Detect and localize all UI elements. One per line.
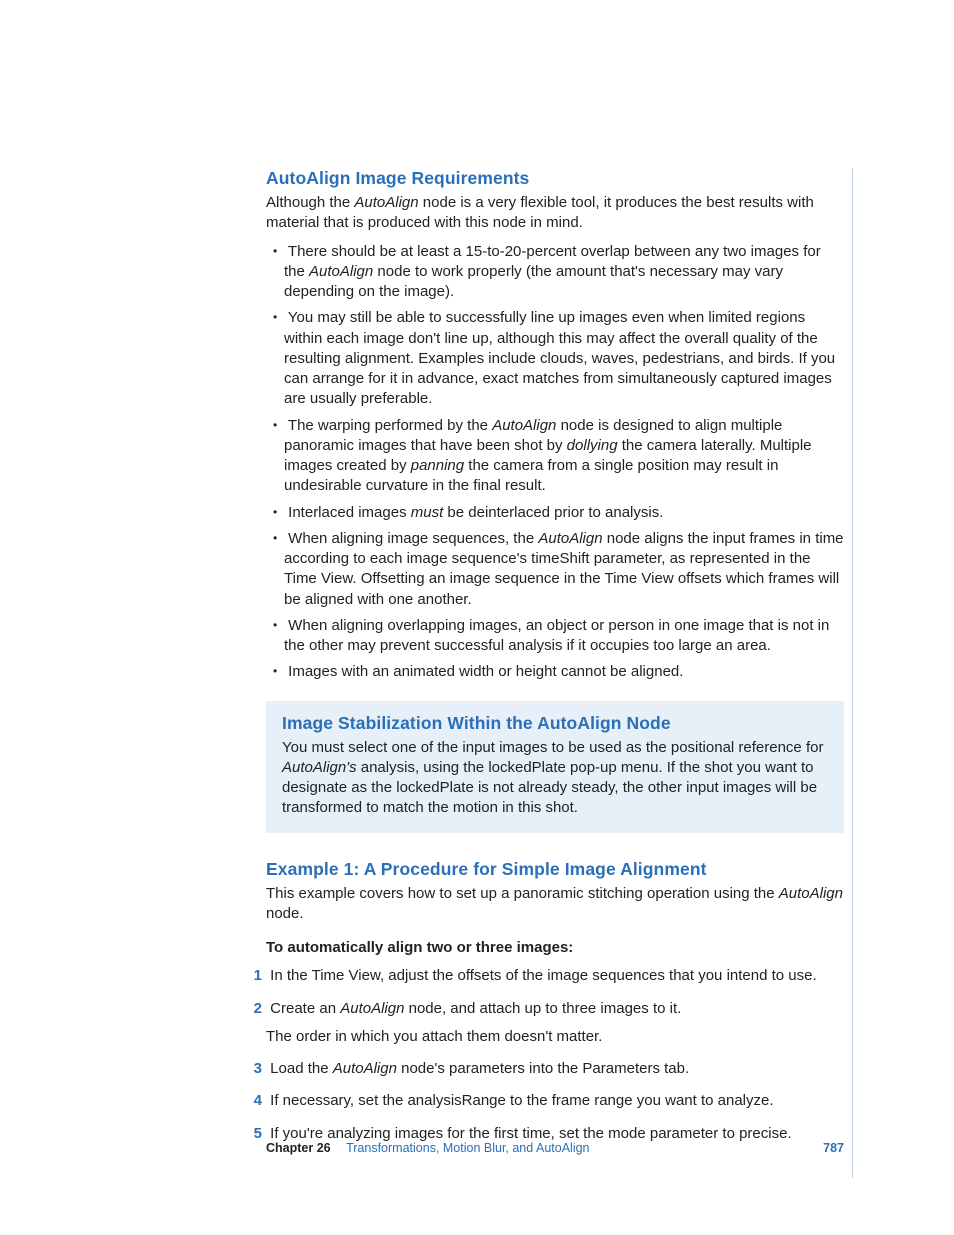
term-autoalign: AutoAlign (309, 263, 373, 280)
heading-autoalign-requirements: AutoAlign Image Requirements (266, 168, 844, 189)
list-item: When aligning overlapping images, an obj… (266, 616, 844, 657)
step-note: The order in which you attach them doesn… (266, 1027, 844, 1047)
section2-intro: This example covers how to set up a pano… (266, 884, 844, 925)
term-autoaligns: AutoAlign's (282, 759, 357, 776)
list-item: When aligning image sequences, the AutoA… (266, 529, 844, 610)
step: Create an AutoAlign node, and attach up … (248, 999, 844, 1048)
callout-body: You must select one of the input images … (282, 738, 828, 819)
text: Load the (270, 1060, 333, 1077)
text: When aligning overlapping images, an obj… (284, 617, 829, 654)
term-panning: panning (411, 457, 464, 474)
text: Create an (270, 1000, 340, 1017)
list-item: Interlaced images must be deinterlaced p… (266, 503, 844, 523)
text: node. (266, 905, 304, 922)
text: be deinterlaced prior to analysis. (443, 504, 663, 521)
page-number: 787 (823, 1141, 844, 1155)
term-must: must (411, 504, 444, 521)
text: Interlaced images (288, 504, 411, 521)
list-item: The warping performed by the AutoAlign n… (266, 416, 844, 497)
requirements-list: There should be at least a 15-to-20-perc… (266, 242, 844, 683)
term-autoalign: AutoAlign (492, 417, 556, 434)
term-autoalign: AutoAlign (333, 1060, 397, 1077)
text: node's parameters into the Parameters ta… (397, 1060, 689, 1077)
text: The warping performed by the (288, 417, 492, 434)
term-autoalign: AutoAlign (538, 530, 602, 547)
text: When aligning image sequences, the (288, 530, 538, 547)
term-autoalign: AutoAlign (779, 885, 843, 902)
text: Although the (266, 194, 354, 211)
text: If you're analyzing images for the first… (270, 1125, 791, 1142)
step: If necessary, set the analysisRange to t… (248, 1091, 844, 1111)
text: You must select one of the input images … (282, 739, 823, 756)
text: If necessary, set the analysisRange to t… (270, 1092, 773, 1109)
text: You may still be able to successfully li… (284, 309, 835, 407)
heading-example-1: Example 1: A Procedure for Simple Image … (266, 859, 844, 880)
step: In the Time View, adjust the offsets of … (248, 966, 844, 986)
chapter-label: Chapter 26 (266, 1141, 331, 1155)
text: In the Time View, adjust the offsets of … (270, 967, 816, 984)
list-item: Images with an animated width or height … (266, 662, 844, 682)
term-autoalign: AutoAlign (354, 194, 418, 211)
chapter-title: Transformations, Motion Blur, and AutoAl… (346, 1141, 589, 1155)
text: analysis, using the lockedPlate pop-up m… (282, 759, 817, 817)
procedure-steps: In the Time View, adjust the offsets of … (266, 966, 844, 1144)
list-item: You may still be able to successfully li… (266, 308, 844, 409)
section1-intro: Although the AutoAlign node is a very fl… (266, 193, 844, 234)
procedure-lead: To automatically align two or three imag… (266, 938, 844, 958)
text: Images with an animated width or height … (288, 663, 683, 680)
page-footer: Chapter 26 Transformations, Motion Blur,… (266, 1141, 844, 1155)
text: node, and attach up to three images to i… (404, 1000, 681, 1017)
text: This example covers how to set up a pano… (266, 885, 779, 902)
page: AutoAlign Image Requirements Although th… (0, 0, 954, 1235)
heading-image-stabilization: Image Stabilization Within the AutoAlign… (282, 713, 828, 734)
term-dollying: dollying (567, 437, 618, 454)
term-autoalign: AutoAlign (340, 1000, 404, 1017)
list-item: There should be at least a 15-to-20-perc… (266, 242, 844, 303)
right-margin-rule (852, 168, 853, 1178)
step: Load the AutoAlign node's parameters int… (248, 1059, 844, 1079)
callout-image-stabilization: Image Stabilization Within the AutoAlign… (266, 701, 844, 833)
